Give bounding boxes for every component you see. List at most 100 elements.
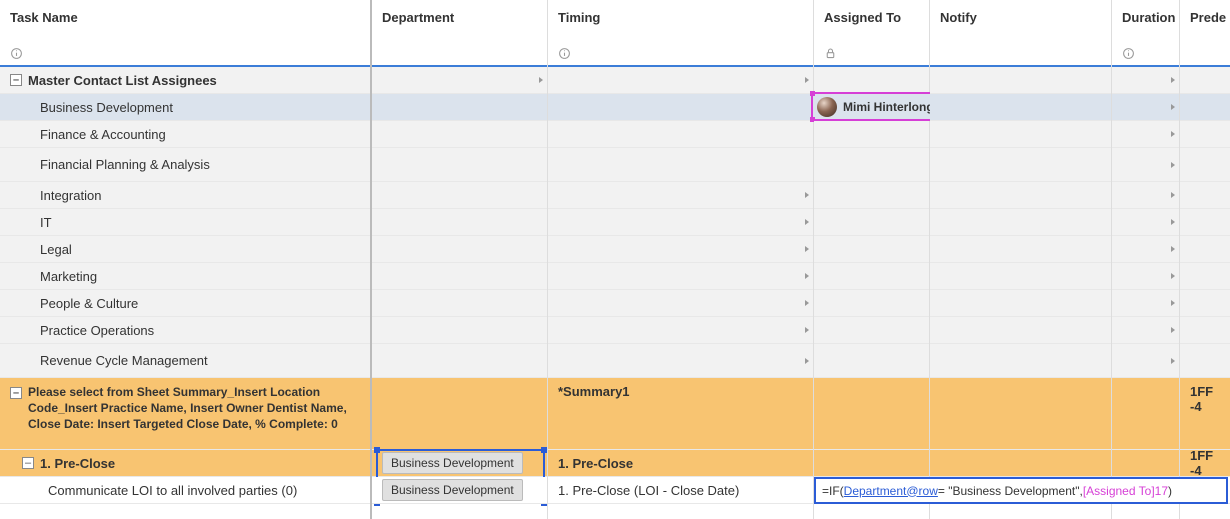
collapse-toggle[interactable]: – (10, 74, 22, 86)
cell[interactable] (814, 290, 929, 317)
cell[interactable] (1112, 450, 1179, 477)
cell[interactable] (930, 344, 1111, 378)
row-master-header[interactable]: – Master Contact List Assignees (0, 67, 370, 94)
cell[interactable] (814, 236, 929, 263)
formula-editor[interactable]: =IF(Department@row = "Business Developme… (814, 477, 1228, 504)
row-legal[interactable]: Legal (0, 236, 370, 263)
cell[interactable] (372, 236, 547, 263)
cell-dept-loi[interactable]: Business Development (372, 477, 547, 504)
cell[interactable] (1180, 182, 1230, 209)
chevron-right-icon[interactable] (805, 77, 809, 83)
chevron-right-icon[interactable] (1171, 273, 1175, 279)
cell[interactable] (548, 148, 813, 182)
cell[interactable] (814, 344, 929, 378)
chevron-right-icon[interactable] (805, 219, 809, 225)
row-loi[interactable]: Communicate LOI to all involved parties … (0, 477, 370, 504)
cell[interactable] (1180, 94, 1230, 121)
cell[interactable] (930, 121, 1111, 148)
cell[interactable]: *Summary1 (548, 378, 813, 450)
row-it[interactable]: IT (0, 209, 370, 236)
cell[interactable] (372, 378, 547, 450)
cell[interactable] (372, 121, 547, 148)
cell[interactable] (372, 263, 547, 290)
cell[interactable] (814, 67, 929, 94)
row-biz-dev[interactable]: Business Development (0, 94, 370, 121)
cell-formula[interactable]: =IF(Department@row = "Business Developme… (814, 477, 929, 504)
cell[interactable] (372, 67, 547, 94)
row-people[interactable]: People & Culture (0, 290, 370, 317)
cell[interactable] (1180, 263, 1230, 290)
cell[interactable] (930, 94, 1111, 121)
cell[interactable] (548, 209, 813, 236)
cell[interactable] (548, 344, 813, 378)
cell[interactable] (930, 263, 1111, 290)
chevron-right-icon[interactable] (1171, 77, 1175, 83)
chevron-right-icon[interactable] (1171, 131, 1175, 137)
cell[interactable] (814, 450, 929, 477)
cell[interactable] (548, 182, 813, 209)
cell[interactable] (1180, 209, 1230, 236)
cell[interactable] (1112, 290, 1179, 317)
cell[interactable]: 1FF -4 (1180, 450, 1230, 477)
cell[interactable] (1112, 317, 1179, 344)
cell[interactable] (548, 67, 813, 94)
cell[interactable] (1180, 148, 1230, 182)
row-preclose[interactable]: – 1. Pre-Close (0, 450, 370, 477)
col-header-timing[interactable]: Timing (548, 0, 813, 41)
cell[interactable] (930, 317, 1111, 344)
collapse-toggle[interactable]: – (22, 457, 34, 469)
collapse-toggle[interactable]: – (10, 387, 22, 399)
cell[interactable] (930, 378, 1111, 450)
cell[interactable] (372, 290, 547, 317)
col-header-taskname[interactable]: Task Name (0, 0, 370, 41)
cell[interactable] (814, 148, 929, 182)
chevron-right-icon[interactable] (805, 192, 809, 198)
cell[interactable] (814, 121, 929, 148)
cell[interactable] (814, 209, 929, 236)
cell[interactable] (1112, 209, 1179, 236)
cell[interactable] (1112, 378, 1179, 450)
cell[interactable]: 1. Pre-Close (548, 450, 813, 477)
formula-ref-department[interactable]: Department@row (844, 484, 938, 498)
cell[interactable] (1180, 317, 1230, 344)
cell[interactable] (372, 317, 547, 344)
col-header-duration[interactable]: Duration (1112, 0, 1179, 41)
chevron-right-icon[interactable] (1171, 104, 1175, 110)
row-finance[interactable]: Finance & Accounting (0, 121, 370, 148)
cell-assigned-bizdev[interactable]: Mimi Hinterlong (814, 94, 929, 121)
chevron-right-icon[interactable] (539, 77, 543, 83)
row-integration[interactable]: Integration (0, 182, 370, 209)
chevron-right-icon[interactable] (1171, 162, 1175, 168)
chevron-right-icon[interactable] (805, 358, 809, 364)
chevron-right-icon[interactable] (1171, 358, 1175, 364)
cell[interactable] (548, 236, 813, 263)
chevron-right-icon[interactable] (1171, 192, 1175, 198)
cell[interactable] (814, 317, 929, 344)
cell[interactable] (930, 67, 1111, 94)
chevron-right-icon[interactable] (805, 273, 809, 279)
cell[interactable] (814, 182, 929, 209)
cell[interactable]: 1. Pre-Close (LOI - Close Date) (548, 477, 813, 504)
cell-dept-preclose[interactable]: Business Development (372, 450, 547, 477)
row-marketing[interactable]: Marketing (0, 263, 370, 290)
department-chip[interactable]: Business Development (382, 479, 523, 501)
chevron-right-icon[interactable] (805, 327, 809, 333)
cell[interactable] (930, 209, 1111, 236)
cell[interactable] (814, 378, 929, 450)
chevron-right-icon[interactable] (805, 246, 809, 252)
cell[interactable] (930, 182, 1111, 209)
cell[interactable] (548, 121, 813, 148)
cell[interactable] (372, 344, 547, 378)
cell[interactable] (1112, 148, 1179, 182)
chevron-right-icon[interactable] (805, 300, 809, 306)
formula-ref-assignedto[interactable]: [Assigned To]17 (1083, 484, 1168, 498)
col-header-assigned[interactable]: Assigned To (814, 0, 929, 41)
cell[interactable] (814, 263, 929, 290)
cell[interactable] (1180, 67, 1230, 94)
cell[interactable] (930, 450, 1111, 477)
cell[interactable] (1112, 94, 1179, 121)
cell[interactable] (548, 290, 813, 317)
cell[interactable] (548, 94, 813, 121)
cell[interactable] (372, 209, 547, 236)
col-header-notify[interactable]: Notify (930, 0, 1111, 41)
